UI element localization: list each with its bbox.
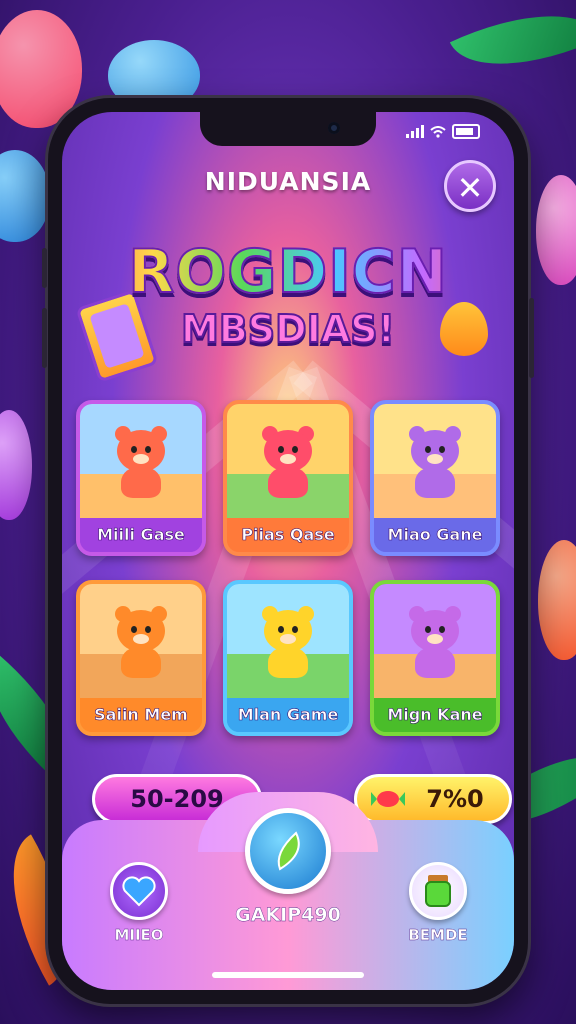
phone-frame: NIDUANSIA ✕ ROGDICN MBSDIAS! Miili Gase P… (42, 98, 534, 1004)
game-card[interactable]: Mign Kane (370, 580, 500, 736)
bear-character (256, 426, 320, 498)
side-button (42, 308, 47, 368)
game-logo-line1: ROGDICN (62, 236, 514, 308)
game-screen: NIDUANSIA ✕ ROGDICN MBSDIAS! Miili Gase P… (62, 112, 514, 990)
heart-icon (110, 862, 168, 920)
nav-label-center: GAKIP490 (235, 904, 341, 926)
candy-counter[interactable]: 7%0 (354, 774, 512, 824)
game-card-art (227, 404, 349, 520)
battery-icon (452, 124, 480, 139)
bear-character (109, 606, 173, 678)
game-card[interactable]: Miili Gase (76, 400, 206, 556)
wifi-icon (430, 125, 446, 138)
potion-jar-icon (409, 862, 467, 920)
game-grid: Miili Gase Piias Qase Miao Gane Saiin Mem Ml… (76, 400, 500, 736)
game-card[interactable]: Saiin Mem (76, 580, 206, 736)
balloon-decoration (538, 540, 576, 660)
candy-value: 7%0 (426, 785, 484, 813)
phone-notch (200, 112, 376, 146)
palm-leaf-decoration (449, 0, 576, 97)
balloon-decoration (0, 410, 32, 520)
bear-character (109, 426, 173, 498)
game-card-art (374, 404, 496, 520)
bear-character (403, 606, 467, 678)
camera-icon (328, 122, 340, 134)
home-indicator[interactable] (212, 972, 364, 978)
game-card-art (80, 584, 202, 700)
game-card-label: Saiin Mem (80, 698, 202, 732)
balloon-decoration (0, 10, 82, 128)
close-icon: ✕ (456, 169, 484, 207)
bear-character (403, 426, 467, 498)
game-card-label: Mign Kane (374, 698, 496, 732)
bear-character (256, 606, 320, 678)
side-button (529, 298, 534, 378)
game-card-label: Piias Qase (227, 518, 349, 552)
status-bar (406, 124, 480, 139)
side-button (42, 248, 47, 288)
nav-label-right: BEMDE (408, 926, 468, 944)
balloon-decoration (536, 175, 576, 285)
nav-item-left[interactable]: MIIEO (104, 862, 174, 944)
game-logo-line2: MBSDIAS! (180, 306, 396, 352)
game-card-art (80, 404, 202, 520)
game-card-label: Miao Gane (374, 518, 496, 552)
game-card-art (374, 584, 496, 700)
game-card-art (227, 584, 349, 700)
game-card[interactable]: Miao Gane (370, 400, 500, 556)
nav-item-right[interactable]: BEMDE (402, 862, 474, 944)
signal-icon (406, 125, 424, 138)
game-card-label: Miili Gase (80, 518, 202, 552)
score-value: 50-209 (130, 785, 224, 813)
game-card[interactable]: Mlan Game (223, 580, 353, 736)
bottom-nav: MIIEO GAKIP490 BEMDE (62, 792, 514, 990)
nav-label-left: MIIEO (114, 926, 164, 944)
game-card[interactable]: Piias Qase (223, 400, 353, 556)
play-orb-icon (245, 808, 331, 894)
close-button[interactable]: ✕ (444, 160, 496, 212)
nav-item-center[interactable]: GAKIP490 (232, 808, 344, 926)
candy-icon (371, 791, 405, 807)
balloon-decoration (0, 150, 50, 242)
game-card-label: Mlan Game (227, 698, 349, 732)
